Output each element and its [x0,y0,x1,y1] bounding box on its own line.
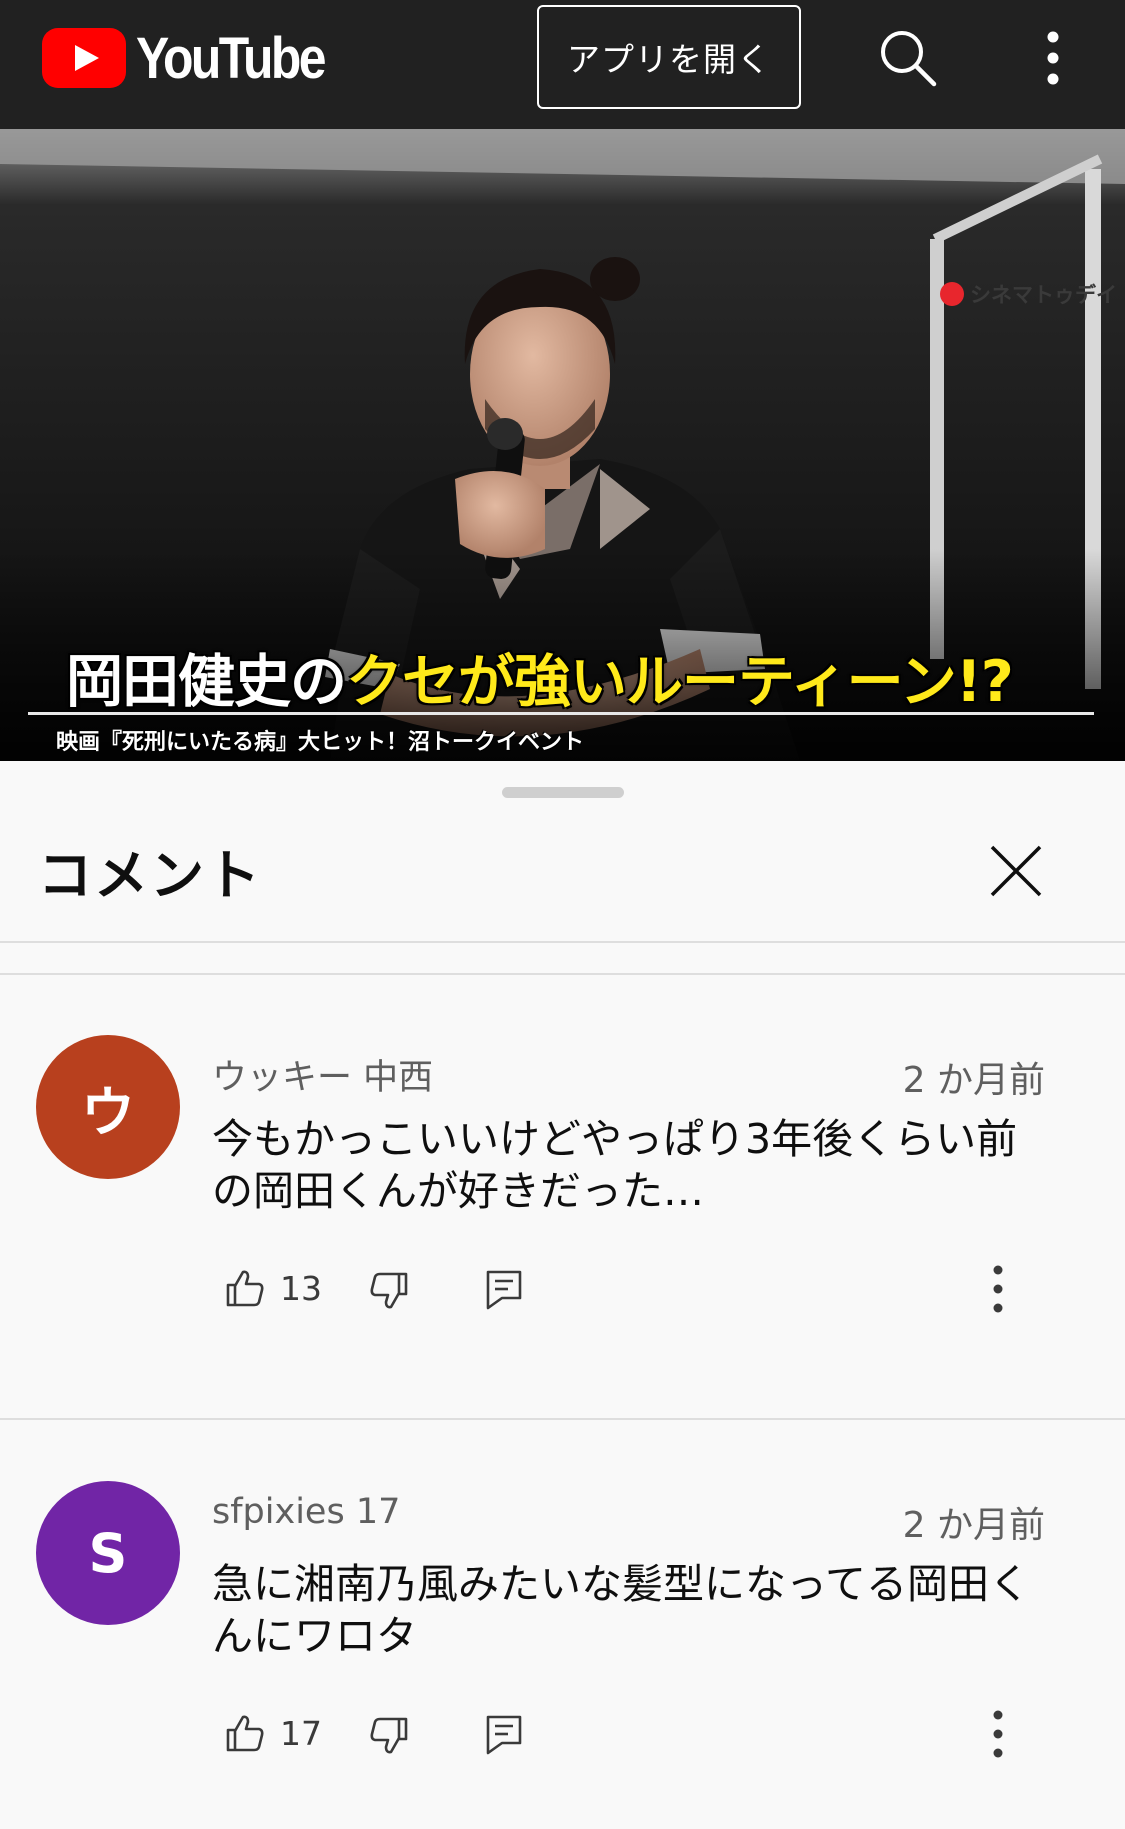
like-button[interactable]: 17 [224,1712,322,1754]
video-caption: 岡田健史のクセが強いルーティーン!? [66,636,1014,718]
caption-yellow-text: クセが強いルーティーン!? [346,649,1014,715]
comments-title: コメント [38,844,262,907]
thumb-up-icon [226,1715,264,1752]
watermark-text: シネマトゥデイ [970,283,1117,307]
youtube-logo[interactable]: YouTube [42,25,354,91]
comment-time: 2 か月前 [902,1505,1045,1546]
reply-button[interactable] [484,1713,524,1757]
dislike-button[interactable] [368,1715,410,1757]
channel-watermark: シネマトゥデイ [940,279,1117,309]
header-divider [0,941,1125,943]
close-icon[interactable] [986,841,1046,901]
thumb-down-icon [370,1272,408,1309]
search-icon[interactable] [876,26,940,90]
comments-sheet: コメント ウ ウッキー 中西 2 か月前 今もかっこいいけどやっぱり3年後くらい… [0,761,1125,1829]
like-button[interactable]: 13 [224,1267,322,1309]
drag-handle[interactable] [502,787,624,798]
reply-icon [486,1715,522,1755]
more-vert-icon[interactable] [1038,26,1068,90]
comment-text[interactable]: 今もかっこいいけどやっぱり3年後くらい前の岡田くんが好きだった… [212,1113,1052,1217]
video-subcaption: 映画『死刑にいたる病』大ヒット！沼トークイベント [56,730,585,755]
comment-more-vert-icon[interactable] [986,1264,1010,1314]
thumb-down-icon [370,1717,408,1754]
like-count: 13 [280,1268,322,1308]
top-app-bar: YouTube アプリを開く [0,0,1125,129]
comment-text[interactable]: 急に湘南乃風みたいな髪型になってる岡田くんにワロタ [212,1558,1052,1662]
thumb-up-icon [226,1270,264,1307]
comment-author[interactable]: sfpixies 17 [212,1492,400,1532]
caption-white-text: 岡田健史の [66,649,347,715]
watermark-logo-icon [940,282,964,306]
avatar[interactable]: S [36,1481,180,1625]
caption-divider [28,712,1094,715]
logo-text: YouTube [136,25,326,91]
comment-author[interactable]: ウッキー 中西 [212,1049,433,1100]
youtube-play-icon [42,28,126,88]
dislike-button[interactable] [368,1270,410,1312]
reply-button[interactable] [484,1268,524,1312]
open-app-button[interactable]: アプリを開く [537,5,801,109]
youtube-mobile-page: YouTube アプリを開く シネマトゥデイ 岡田健史のクセが強いルーティーン!… [0,0,1125,1829]
comment-more-vert-icon[interactable] [986,1709,1010,1759]
comment-item: ウ ウッキー 中西 2 か月前 今もかっこいいけどやっぱり3年後くらい前の岡田く… [0,975,1125,1419]
video-player[interactable]: シネマトゥデイ 岡田健史のクセが強いルーティーン!? 映画『死刑にいたる病』大ヒ… [0,129,1125,761]
comment-item: S sfpixies 17 2 か月前 急に湘南乃風みたいな髪型になってる岡田く… [0,1420,1125,1829]
like-count: 17 [280,1713,322,1753]
avatar[interactable]: ウ [36,1035,180,1179]
reply-icon [486,1270,522,1310]
comment-time: 2 か月前 [902,1060,1045,1101]
